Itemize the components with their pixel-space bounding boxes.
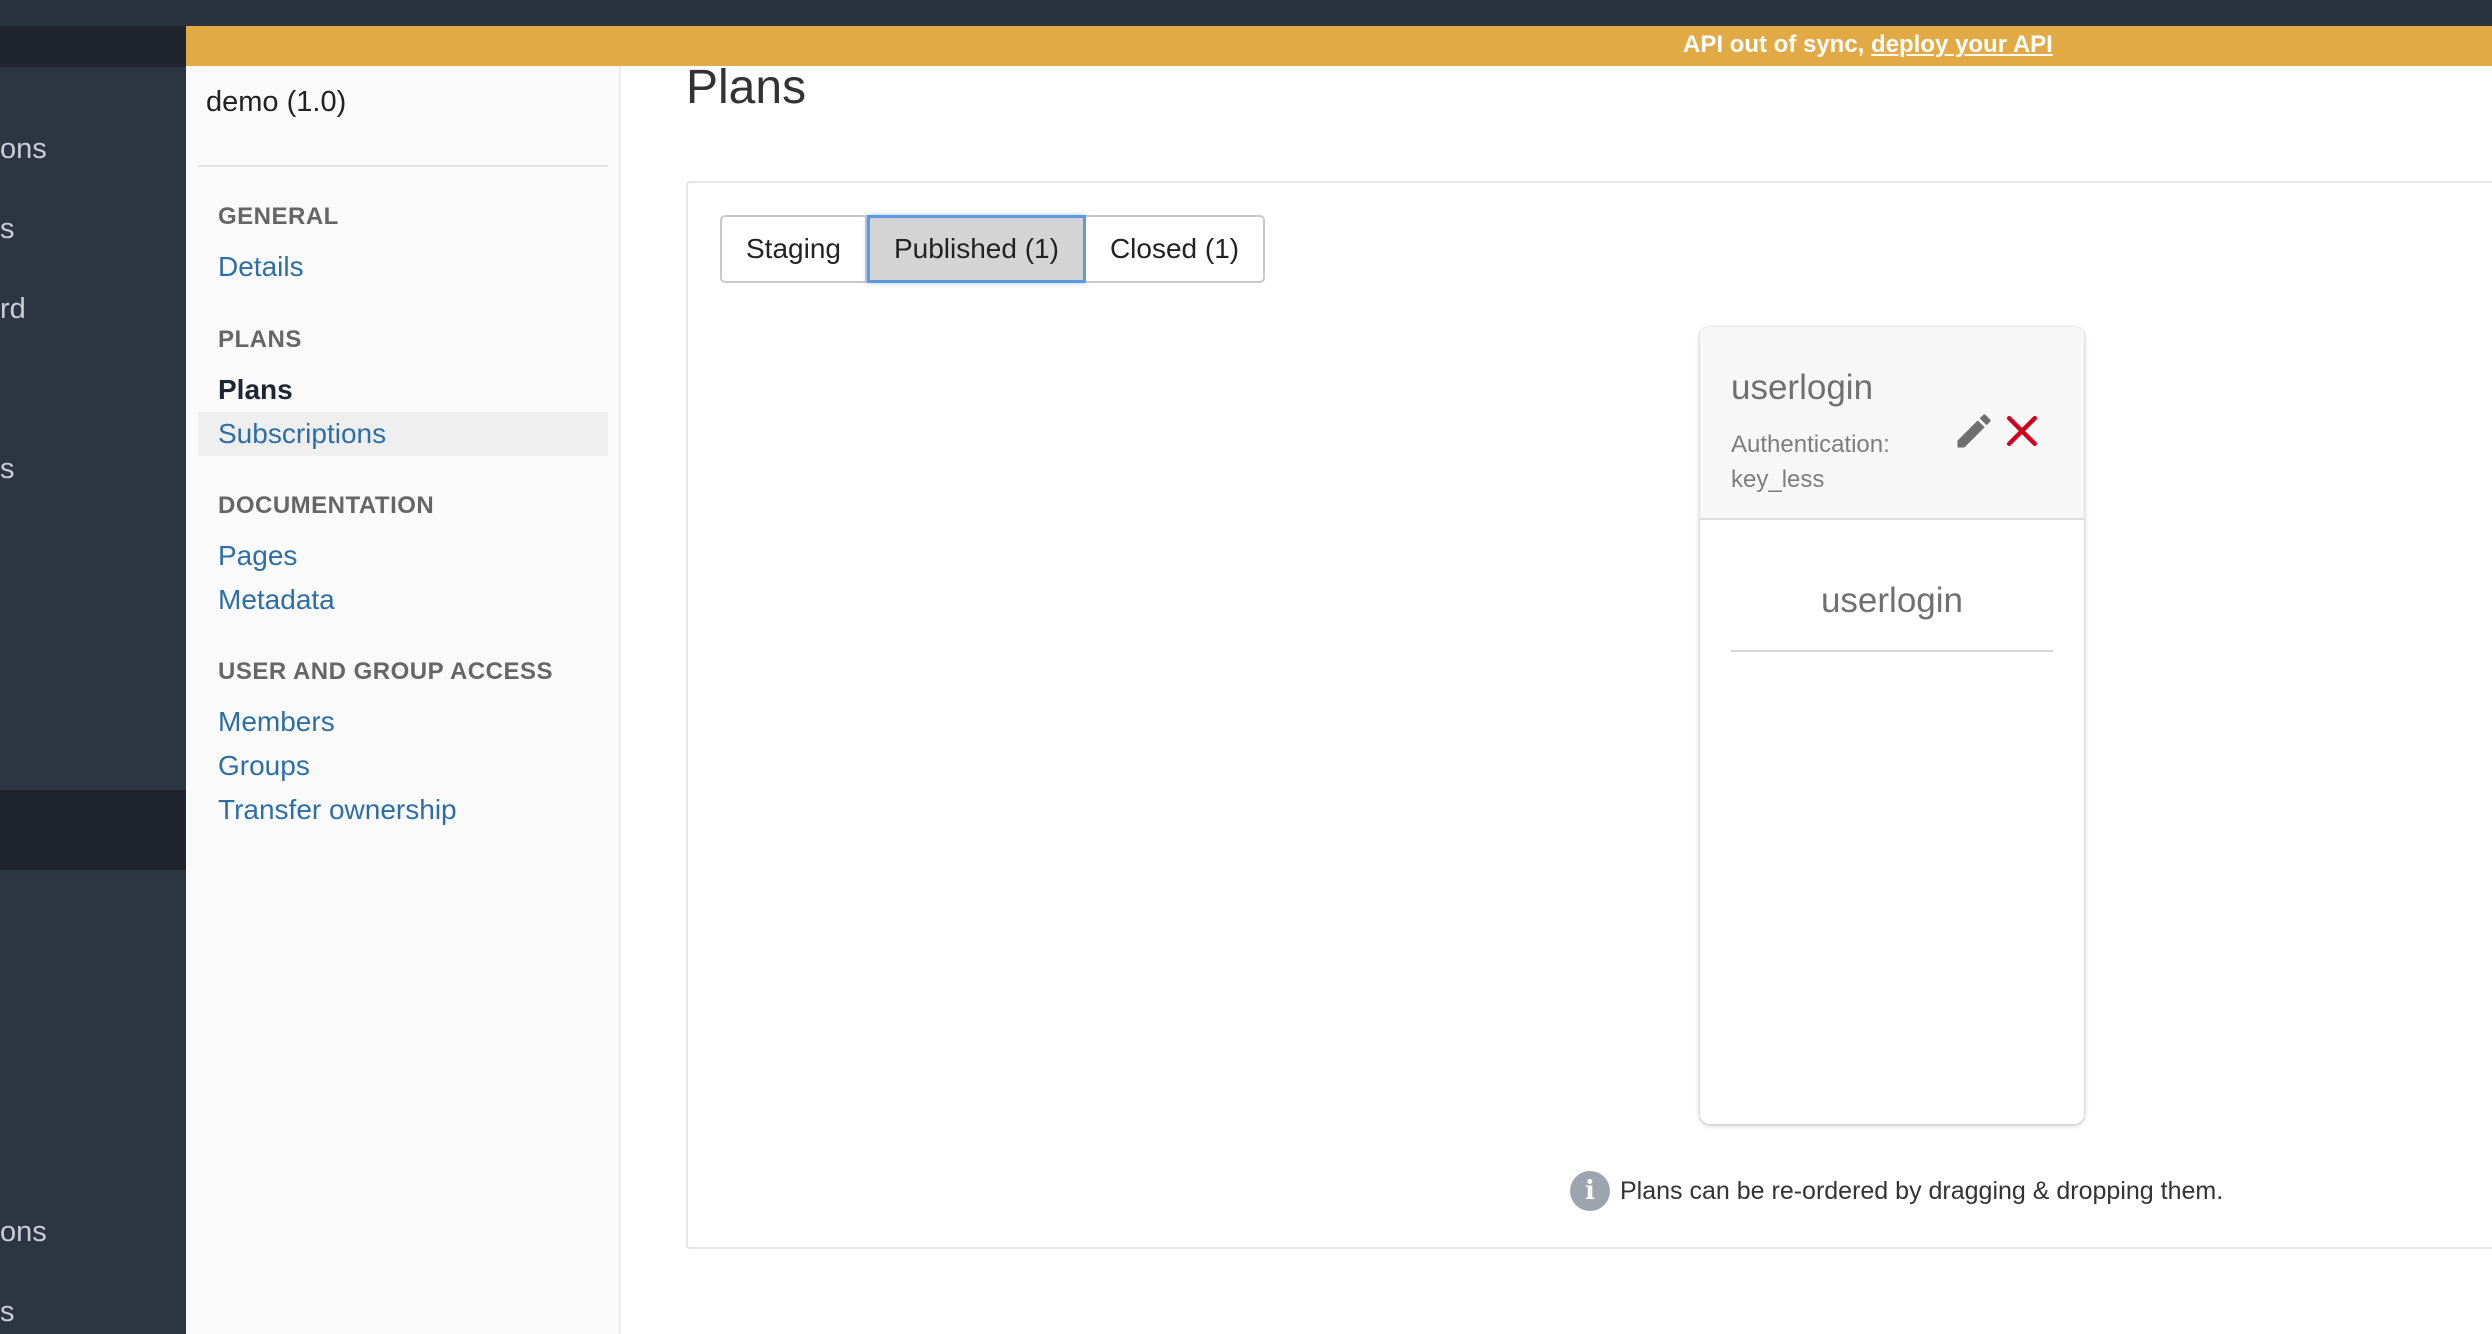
- top-bar: [0, 0, 2492, 26]
- plan-auth-value: key_less: [1731, 466, 1825, 493]
- plan-auth-label: Authentication:: [1731, 431, 1890, 458]
- nav-link-transfer-ownership[interactable]: Transfer ownership: [218, 794, 457, 826]
- api-name: demo (1.0): [206, 86, 347, 118]
- tab-staging[interactable]: Staging: [720, 215, 867, 283]
- sync-warning-banner: API out of sync, deploy your API: [186, 26, 2492, 66]
- nav-link-plans[interactable]: Plans: [218, 374, 293, 406]
- pencil-icon: [1957, 414, 1991, 448]
- nav-link-members[interactable]: Members: [218, 706, 335, 738]
- banner-message: API out of sync, deploy your API: [1683, 31, 2053, 59]
- nav-link-subscriptions[interactable]: Subscriptions: [218, 418, 386, 450]
- nav-divider: [198, 165, 608, 167]
- sidebar-header-block: [0, 26, 186, 67]
- sidebar-item-4[interactable]: s: [0, 453, 15, 486]
- sidebar-item-6[interactable]: s: [0, 1296, 15, 1329]
- section-heading-general: GENERAL: [218, 203, 339, 230]
- deploy-api-link[interactable]: deploy your API: [1871, 31, 2053, 58]
- sidebar-item-1[interactable]: ons: [0, 133, 47, 166]
- info-icon: i: [1570, 1171, 1610, 1211]
- reorder-hint-text: Plans can be re-ordered by dragging & dr…: [1620, 1177, 2224, 1205]
- main-content: Plans Staging Published (1) Closed (1) u…: [621, 61, 2492, 1334]
- api-settings-nav: demo (1.0) GENERAL Details PLANS Plans S…: [186, 66, 621, 1334]
- banner-text: API out of sync,: [1683, 31, 1872, 58]
- plan-card[interactable]: userlogin Authentication: key_less userl…: [1700, 327, 2084, 1124]
- plans-panel: Staging Published (1) Closed (1) userlog…: [686, 181, 2492, 1249]
- main-sidebar: ons s rd s ons s: [0, 26, 186, 1334]
- tab-published[interactable]: Published (1): [866, 215, 1086, 283]
- section-heading-plans: PLANS: [218, 326, 302, 353]
- plan-body-divider: [1731, 650, 2053, 652]
- section-heading-documentation: DOCUMENTATION: [218, 492, 435, 519]
- page-title: Plans: [686, 61, 807, 114]
- sidebar-active-block: [0, 790, 186, 870]
- plan-body-title: userlogin: [1820, 581, 1964, 620]
- edit-plan-button[interactable]: [1952, 409, 1996, 453]
- plan-status-tabs: Staging Published (1) Closed (1): [720, 215, 1266, 283]
- nav-link-metadata[interactable]: Metadata: [218, 584, 335, 616]
- nav-link-details[interactable]: Details: [218, 251, 304, 283]
- tab-closed[interactable]: Closed (1): [1085, 215, 1266, 283]
- delete-plan-button[interactable]: [2000, 409, 2044, 453]
- plan-auth: Authentication: key_less: [1731, 427, 1931, 497]
- sidebar-item-2[interactable]: s: [0, 213, 15, 246]
- nav-link-groups[interactable]: Groups: [218, 750, 310, 782]
- sidebar-item-5[interactable]: ons: [0, 1216, 47, 1249]
- sidebar-item-3[interactable]: rd: [0, 293, 26, 326]
- plan-card-header: userlogin Authentication: key_less: [1700, 327, 2084, 520]
- close-icon: [2006, 415, 2038, 447]
- section-heading-access: USER AND GROUP ACCESS: [218, 658, 553, 685]
- nav-link-pages[interactable]: Pages: [218, 540, 297, 572]
- plan-name: userlogin: [1731, 368, 1874, 407]
